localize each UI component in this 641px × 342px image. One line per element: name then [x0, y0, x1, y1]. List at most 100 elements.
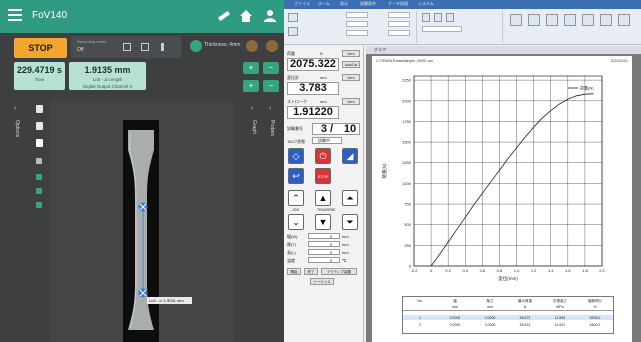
cross-icon[interactable]	[36, 202, 42, 208]
tools-icon[interactable]	[266, 40, 278, 52]
camera-viewer[interactable]: Ln0 - d: 1.9041 mm	[50, 100, 233, 342]
export-icon[interactable]	[141, 43, 149, 51]
stop-test-button[interactable]: STOP	[315, 168, 331, 184]
ribbon-icon-5[interactable]	[446, 13, 454, 22]
add-button[interactable]: +	[243, 62, 259, 74]
ribbon-tab-view[interactable]: 表示	[340, 1, 348, 7]
end-button[interactable]: 終了	[304, 268, 318, 275]
ribbon-icon-10[interactable]	[582, 14, 594, 26]
ruler-icon[interactable]	[216, 8, 232, 24]
ribbon-tab-home[interactable]: ホーム	[318, 1, 330, 7]
remove-button-2[interactable]: −	[263, 80, 279, 92]
field-w-value: 0	[330, 234, 333, 239]
ribbon-icon-3[interactable]	[422, 13, 430, 22]
graph-window-title: グラフ	[366, 46, 641, 54]
chevron-left-icon[interactable]: ‹	[14, 105, 16, 112]
ribbon-icon-8[interactable]	[546, 14, 558, 26]
load-zero-button[interactable]: Zero	[342, 50, 360, 57]
recording-control[interactable]: Recording mode Off	[71, 36, 181, 58]
ribbon-field-3[interactable]	[346, 30, 368, 36]
jog-up-button[interactable]: ⌃	[288, 190, 304, 206]
settings-icon[interactable]	[246, 40, 258, 52]
jog-down-button[interactable]: ⌄	[288, 214, 304, 230]
diamond-button[interactable]: ◇	[288, 148, 304, 164]
ribbon-icon-7[interactable]	[528, 14, 540, 26]
load-displacement-chart: -0.2 0 0.2 0.4 0.6 0.8 1.0 1.2 1.4 1.6 1.8 2.002505…	[381, 75, 606, 282]
x-tick-label: 1.0	[514, 268, 520, 273]
grid-icon[interactable]	[36, 158, 42, 164]
active-device-button[interactable]: アクティブ装置	[321, 268, 357, 275]
document-icon[interactable]	[36, 105, 43, 113]
disp-label: 変位計	[287, 75, 299, 80]
ribbon-tab-conditions[interactable]: 試験条件	[360, 1, 376, 7]
fast-down-button[interactable]: ⏷	[342, 214, 358, 230]
field-l-input[interactable]	[308, 249, 340, 255]
save-icon[interactable]	[123, 43, 131, 51]
ribbon-icon-11[interactable]	[600, 14, 612, 26]
ribbon-icon-6[interactable]	[510, 14, 522, 26]
y-tick-label: 1750	[402, 119, 412, 124]
stroke-zero-button[interactable]: Zero	[342, 98, 360, 105]
add-button-2[interactable]: +	[243, 80, 259, 92]
y-tick-label: 750	[404, 202, 411, 207]
ribbon-tab-system[interactable]: システム	[418, 1, 434, 7]
graph-tab[interactable]: Graph	[251, 120, 257, 134]
probes-tab[interactable]: Probes	[269, 120, 275, 136]
remove-button[interactable]: −	[263, 62, 279, 74]
ribbon-field-2[interactable]	[346, 21, 368, 27]
graph-window: グラフ C:\TENSILE\data\sample_00001.csv 202…	[366, 46, 641, 342]
table-cell: 2.0000	[484, 323, 496, 327]
list-icon[interactable]	[36, 122, 43, 130]
sequence-tab[interactable]: シーケンス	[310, 278, 334, 285]
disp-zero-button[interactable]: Zero	[342, 74, 360, 81]
chevron-right-icon[interactable]: ‹	[251, 105, 253, 112]
time-label: Time	[34, 77, 45, 82]
stop-button[interactable]: STOP	[14, 38, 67, 58]
thickness-text: Thickness: 4mm	[204, 42, 241, 48]
right-sidebar: ‹ ‹ Graph Probes	[233, 100, 284, 342]
jog-label: JOG	[292, 208, 300, 212]
x-tick-label: -0.2	[411, 268, 419, 273]
ribbon-field-5[interactable]	[388, 21, 410, 27]
autocal-button[interactable]: AutoCal	[342, 61, 360, 68]
ribbon-field-6[interactable]	[388, 30, 410, 36]
zero-set-button[interactable]: ◢	[342, 148, 358, 164]
table-cell: 11.893	[554, 316, 566, 320]
ribbon-field-1[interactable]	[346, 12, 368, 18]
traverse-down-button[interactable]: ▼	[315, 214, 331, 230]
ribbon-icon-9[interactable]	[564, 14, 576, 26]
load-value: 2075.322	[290, 58, 336, 70]
options-tab[interactable]: Options	[14, 120, 20, 137]
file-icon[interactable]	[36, 139, 43, 147]
ribbon-tab-data[interactable]: データ処理	[388, 1, 408, 7]
field-temp-input[interactable]	[308, 257, 340, 263]
fast-up-button[interactable]: ⏶	[342, 190, 358, 206]
chevron-right-icon-2[interactable]: ‹	[269, 105, 271, 112]
y-axis-label: 荷重(N)	[381, 163, 388, 179]
th-strength: 引張強さ	[553, 299, 567, 303]
th-no: No.	[417, 299, 423, 303]
home-icon[interactable]	[238, 8, 254, 24]
ribbon-field-7[interactable]	[422, 26, 462, 32]
more-icon[interactable]	[161, 43, 164, 51]
ribbon-icon-4[interactable]	[434, 13, 442, 22]
power-button[interactable]: ⏻	[315, 148, 331, 164]
field-w-input[interactable]	[308, 233, 340, 239]
ribbon-tab-file[interactable]: ファイル	[294, 1, 310, 7]
calendar-icon[interactable]	[36, 174, 42, 180]
menu-icon[interactable]	[8, 9, 22, 23]
ribbon-icon-2[interactable]	[288, 27, 298, 36]
th-elongation-unit: %	[593, 305, 597, 309]
user-icon[interactable]	[262, 8, 278, 24]
traverse-up-button[interactable]: ▲	[315, 190, 331, 206]
ribbon-icon-1[interactable]	[288, 13, 298, 22]
table-icon[interactable]	[36, 188, 42, 194]
start-button[interactable]: 開始	[287, 268, 301, 275]
time-value: 229.4719 s	[16, 65, 63, 75]
ribbon-field-4[interactable]	[388, 12, 410, 18]
field-t-input[interactable]	[308, 241, 340, 247]
ribbon-icon-12[interactable]	[618, 14, 630, 26]
y-tick-label: 500	[404, 222, 411, 227]
table-cell: 2	[419, 323, 421, 327]
return-button[interactable]: ↩	[288, 168, 304, 184]
